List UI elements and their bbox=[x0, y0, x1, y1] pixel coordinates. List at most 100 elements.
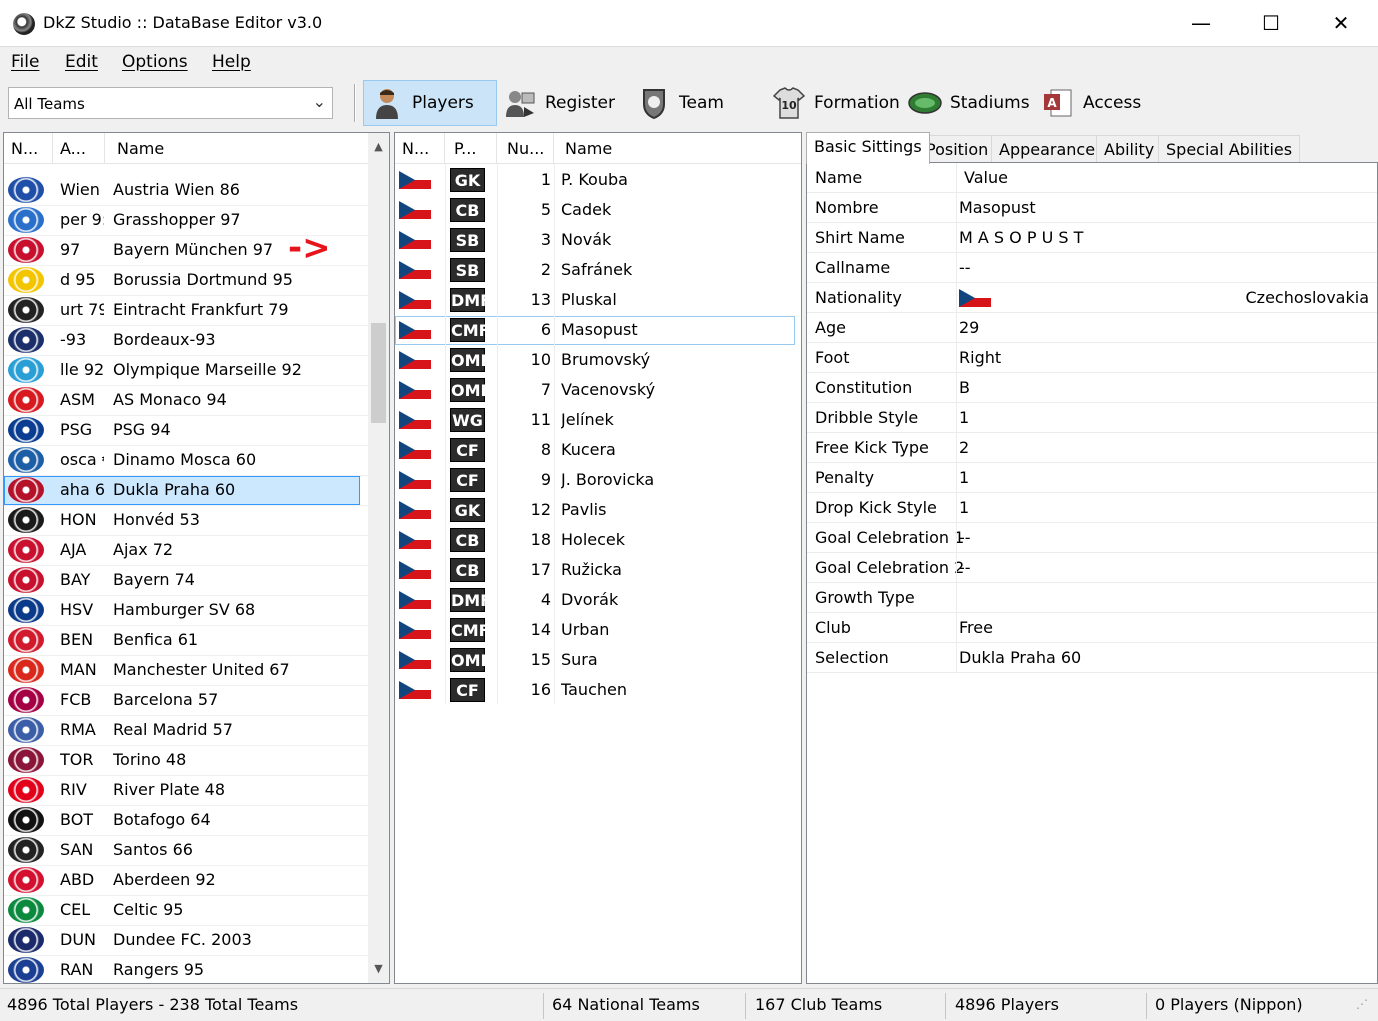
property-value[interactable]: 1 bbox=[959, 498, 969, 517]
team-row[interactable]: ABD Aberdeen 92 bbox=[4, 865, 369, 895]
player-row[interactable]: OMF 10 Brumovský bbox=[395, 345, 801, 375]
team-row[interactable]: urt 79 Eintracht Frankfurt 79 bbox=[4, 295, 369, 325]
team-row[interactable]: HSV Hamburger SV 68 bbox=[4, 595, 369, 625]
scroll-down-arrow-icon[interactable]: ▼ bbox=[368, 959, 389, 979]
player-row[interactable]: GK 12 Pavlis bbox=[395, 495, 801, 525]
team-filter-dropdown[interactable]: All Teams ⌄ bbox=[8, 87, 333, 119]
scroll-up-arrow-icon[interactable]: ▲ bbox=[368, 137, 389, 157]
team-row[interactable]: SAN Santos 66 bbox=[4, 835, 369, 865]
team-row[interactable]: lle 92 Olympique Marseille 92 bbox=[4, 355, 369, 385]
property-value[interactable]: Right bbox=[959, 348, 1001, 367]
player-row[interactable]: CF 16 Tauchen bbox=[395, 675, 801, 705]
team-row[interactable]: ASM AS Monaco 94 bbox=[4, 385, 369, 415]
property-row[interactable]: Penalty 1 bbox=[807, 463, 1377, 493]
players-list[interactable]: N... P... Nu... Name GK 1 P. Kouba CB 5 Cadek… bbox=[394, 132, 802, 984]
player-row[interactable]: CF 9 J. Borovicka bbox=[395, 465, 801, 495]
team-row[interactable]: Wien Austria Wien 86 bbox=[4, 175, 369, 205]
property-value[interactable]: 2 bbox=[959, 438, 969, 457]
stadiums-button[interactable]: Stadiums bbox=[908, 80, 1030, 126]
team-row[interactable]: RAN Rangers 95 bbox=[4, 955, 369, 983]
team-row[interactable]: aha 6 Dukla Praha 60 bbox=[4, 475, 369, 505]
menu-help[interactable]: Help bbox=[212, 52, 251, 72]
property-value[interactable]: 1 bbox=[959, 468, 969, 487]
team-row[interactable]: d 95 Borussia Dortmund 95 bbox=[4, 265, 369, 295]
property-value[interactable]: M A S O P U S T bbox=[959, 228, 1083, 247]
property-value[interactable]: Free bbox=[959, 618, 993, 637]
register-button[interactable]: Register bbox=[503, 80, 615, 126]
property-row[interactable]: Foot Right bbox=[807, 343, 1377, 373]
access-button[interactable]: A Access bbox=[1041, 80, 1141, 126]
team-row[interactable]: BOT Botafogo 64 bbox=[4, 805, 369, 835]
player-row[interactable]: CB 17 Ružicka bbox=[395, 555, 801, 585]
property-row[interactable]: Callname -- bbox=[807, 253, 1377, 283]
property-value[interactable]: Masopust bbox=[959, 198, 1036, 217]
players-col-name[interactable]: Name bbox=[554, 133, 801, 163]
property-row[interactable]: Goal Celebration 2 -- bbox=[807, 553, 1377, 583]
teams-col-abbr[interactable]: A... bbox=[53, 133, 105, 163]
property-value[interactable]: Czechoslovakia bbox=[1246, 288, 1370, 307]
team-row[interactable]: DUN Dundee FC. 2003 bbox=[4, 925, 369, 955]
tab-ability[interactable]: Ability bbox=[1096, 135, 1163, 163]
player-row[interactable]: OMF 7 Vacenovský bbox=[395, 375, 801, 405]
teams-col-nation[interactable]: N... bbox=[4, 133, 53, 163]
property-value[interactable]: -- bbox=[959, 258, 971, 277]
menu-options[interactable]: Options bbox=[122, 52, 188, 72]
property-row[interactable]: Nombre Masopust bbox=[807, 193, 1377, 223]
player-row[interactable]: CMF 6 Masopust bbox=[395, 315, 801, 345]
player-row[interactable]: SB 3 Novák bbox=[395, 225, 801, 255]
tab-appearance[interactable]: Appearance bbox=[991, 135, 1104, 163]
property-row[interactable]: Free Kick Type 2 bbox=[807, 433, 1377, 463]
property-value[interactable]: 29 bbox=[959, 318, 979, 337]
team-row[interactable]: osca € Dinamo Mosca 60 bbox=[4, 445, 369, 475]
property-value[interactable]: 1 bbox=[959, 408, 969, 427]
property-row[interactable]: Dribble Style 1 bbox=[807, 403, 1377, 433]
maximize-button[interactable]: ☐ bbox=[1236, 0, 1306, 46]
teams-list[interactable]: N... A... Name Wien Austria Wien 86 per 9:… bbox=[3, 132, 390, 984]
team-row[interactable]: TOR Torino 48 bbox=[4, 745, 369, 775]
teams-scroll-thumb[interactable] bbox=[371, 323, 386, 423]
team-button[interactable]: Team bbox=[637, 80, 724, 126]
players-col-position[interactable]: P... bbox=[445, 133, 497, 163]
teams-col-name[interactable]: Name bbox=[105, 133, 369, 163]
property-row[interactable]: Drop Kick Style 1 bbox=[807, 493, 1377, 523]
player-row[interactable]: CB 18 Holecek bbox=[395, 525, 801, 555]
close-button[interactable]: ✕ bbox=[1306, 0, 1376, 46]
team-row[interactable]: MAN Manchester United 67 bbox=[4, 655, 369, 685]
property-value[interactable]: Dukla Praha 60 bbox=[959, 648, 1081, 667]
team-row[interactable]: -93 Bordeaux-93 bbox=[4, 325, 369, 355]
property-row[interactable]: Club Free bbox=[807, 613, 1377, 643]
tab-special-abilities[interactable]: Special Abilities bbox=[1158, 135, 1301, 163]
team-row[interactable]: RMA Real Madrid 57 bbox=[4, 715, 369, 745]
players-button[interactable]: Players bbox=[363, 80, 497, 126]
formation-button[interactable]: 10 Formation bbox=[772, 80, 900, 126]
resize-grip-icon[interactable]: ⋰ bbox=[1356, 997, 1368, 1011]
team-row[interactable]: CEL Celtic 95 bbox=[4, 895, 369, 925]
property-row[interactable]: Shirt Name M A S O P U S T bbox=[807, 223, 1377, 253]
menu-file[interactable]: File bbox=[11, 52, 39, 72]
menu-edit[interactable]: Edit bbox=[65, 52, 98, 72]
property-row[interactable]: Constitution B bbox=[807, 373, 1377, 403]
player-row[interactable]: CMF 14 Urban bbox=[395, 615, 801, 645]
property-row[interactable]: Selection Dukla Praha 60 bbox=[807, 643, 1377, 673]
player-properties-grid[interactable]: Name Value Nombre Masopust Shirt Name M A S… bbox=[806, 162, 1378, 984]
tab-position[interactable]: Position bbox=[918, 135, 997, 163]
property-value[interactable]: -- bbox=[959, 558, 971, 577]
property-value[interactable]: -- bbox=[959, 528, 971, 547]
players-col-number[interactable]: Nu... bbox=[497, 133, 554, 163]
players-col-nation[interactable]: N... bbox=[395, 133, 445, 163]
property-row[interactable]: Nationality Czechoslovakia bbox=[807, 283, 1377, 313]
team-row[interactable]: HON Honvéd 53 bbox=[4, 505, 369, 535]
player-row[interactable]: DMF 4 Dvorák bbox=[395, 585, 801, 615]
tab-basic-sittings[interactable]: Basic Sittings bbox=[806, 132, 930, 164]
player-row[interactable]: DMF 13 Pluskal bbox=[395, 285, 801, 315]
player-row[interactable]: OMF 15 Sura bbox=[395, 645, 801, 675]
player-row[interactable]: WG 11 Jelínek bbox=[395, 405, 801, 435]
player-row[interactable]: SB 2 Safránek bbox=[395, 255, 801, 285]
property-row[interactable]: Growth Type bbox=[807, 583, 1377, 613]
property-row[interactable]: Age 29 bbox=[807, 313, 1377, 343]
player-row[interactable]: CF 8 Kucera bbox=[395, 435, 801, 465]
property-row[interactable]: Goal Celebration 1 -- bbox=[807, 523, 1377, 553]
player-row[interactable]: CB 5 Cadek bbox=[395, 195, 801, 225]
team-row[interactable]: FCB Barcelona 57 bbox=[4, 685, 369, 715]
player-row[interactable]: GK 1 P. Kouba bbox=[395, 165, 801, 195]
